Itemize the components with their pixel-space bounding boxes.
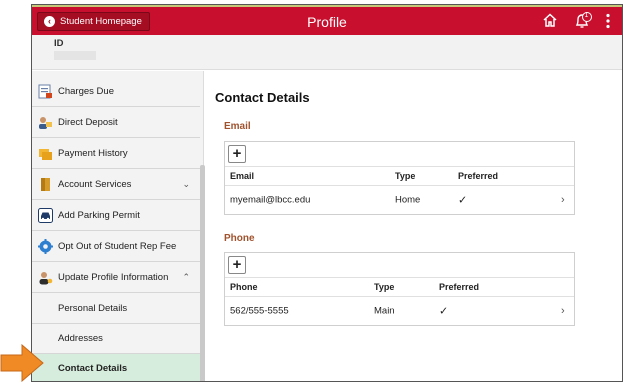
add-email-button[interactable]: + [228,145,246,163]
chevron-up-icon: ⌃ [182,272,190,282]
person-deposit-icon [38,115,53,130]
type-column-header: Type [374,282,395,292]
phone-value: 562/555-5555 [230,305,289,317]
sidebar-item-label: Contact Details [58,363,128,374]
sidebar-item-charges-due[interactable]: Charges Due [32,77,200,107]
email-column-header: Email [230,171,255,181]
sidebar-item-label: Addresses [58,333,103,344]
sidebar-item-contact-details[interactable]: Contact Details [32,354,200,381]
email-card: + Email Type Preferred myemail@lbcc.edu … [224,141,575,215]
id-label: ID [54,38,64,49]
id-bar: ID [32,35,622,70]
sidebar-item-label: Add Parking Permit [58,210,140,221]
notifications-icon[interactable]: 1 [574,12,594,33]
pointer-arrow-icon [0,344,44,382]
sidebar-item-label: Charges Due [58,86,114,97]
profile-icon [38,270,53,285]
phone-table-header: Phone Type Preferred [225,278,574,297]
phone-section-title: Phone [224,233,255,244]
main-content: Contact Details Email + Email Type Prefe… [205,71,622,381]
email-section-title: Email [224,121,251,132]
page-title: Profile [307,14,347,30]
sidebar-item-personal-details[interactable]: Personal Details [32,294,200,324]
chevron-right-icon[interactable]: › [561,305,565,317]
sidebar-item-opt-out-student-rep-fee[interactable]: Opt Out of Student Rep Fee [32,232,200,262]
email-table-header: Email Type Preferred [225,167,574,186]
more-options-icon[interactable] [605,13,611,32]
sidebar-item-label: Direct Deposit [58,117,118,128]
phone-card: + Phone Type Preferred 562/555-5555 Main… [224,252,575,326]
chevron-down-icon: ⌄ [182,179,190,189]
header-bar: ‹ Student Homepage Profile 1 [32,5,622,35]
sidebar-item-add-parking-permit[interactable]: Add Parking Permit [32,201,200,231]
phone-type: Main [374,305,395,317]
sidebar-item-account-services[interactable]: Account Services ⌄ [32,170,200,200]
preferred-check-icon: ✓ [439,305,449,318]
sidebar-item-update-profile-information[interactable]: Update Profile Information ⌃ [32,263,200,293]
chevron-right-icon[interactable]: › [561,194,565,206]
app-window: ‹ Student Homepage Profile 1 ID Charges … [31,4,623,382]
email-toolbar: + [225,142,574,167]
add-phone-button[interactable]: + [228,256,246,274]
preferred-check-icon: ✓ [458,194,468,207]
sidebar-item-payment-history[interactable]: Payment History [32,139,200,169]
account-services-icon [38,177,53,192]
phone-column-header: Phone [230,282,258,292]
home-icon[interactable] [542,12,558,31]
preferred-column-header: Preferred [439,282,480,292]
preferred-column-header: Preferred [458,171,499,181]
gear-icon [38,239,53,254]
sidebar-item-label: Update Profile Information [58,272,169,283]
table-row[interactable]: 562/555-5555 Main ✓ › [225,297,574,325]
email-value: myemail@lbcc.edu [230,194,311,206]
sidebar-item-label: Account Services [58,179,132,190]
id-value-redacted [54,51,96,60]
sidebar-item-label: Payment History [58,148,128,159]
charges-icon [38,84,53,99]
table-row[interactable]: myemail@lbcc.edu Home ✓ › [225,186,574,214]
type-column-header: Type [395,171,416,181]
sidebar-item-label: Personal Details [58,303,128,314]
sidebar-item-label: Opt Out of Student Rep Fee [58,241,177,252]
sidebar-item-addresses[interactable]: Addresses [32,324,200,354]
content-title: Contact Details [215,90,310,105]
notification-count-badge: 1 [584,12,589,19]
car-icon [38,208,53,223]
email-type: Home [395,194,421,206]
sidebar-item-direct-deposit[interactable]: Direct Deposit [32,108,200,138]
payment-history-icon [38,146,53,161]
sidebar: Charges Due Direct Deposit Payment Histo… [32,71,205,381]
phone-toolbar: + [225,253,574,278]
